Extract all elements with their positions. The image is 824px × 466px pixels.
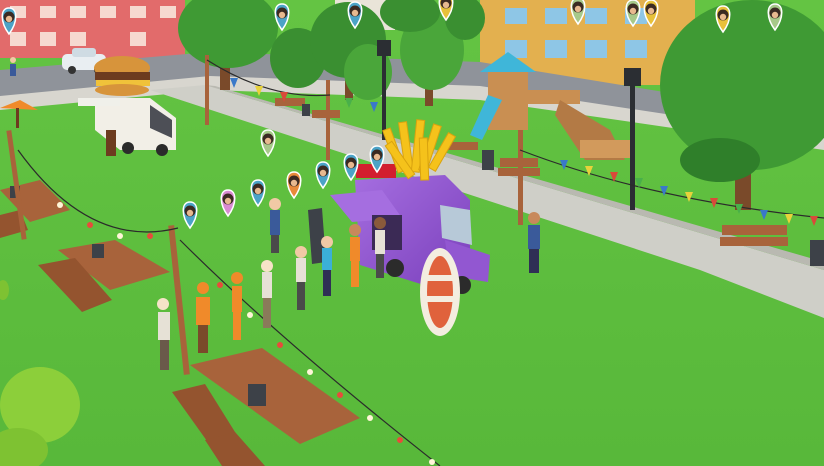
- customer-face: [442, 1, 450, 9]
- customer-face: [647, 7, 655, 15]
- customer-face: [574, 5, 582, 13]
- customer: [528, 212, 540, 273]
- customer-face: [351, 9, 359, 17]
- customer-face: [224, 197, 232, 205]
- customer-face: [319, 169, 327, 177]
- customer-face: [719, 13, 727, 21]
- customer-face: [5, 15, 13, 23]
- customer-face: [186, 209, 194, 217]
- customer-face: [264, 137, 272, 145]
- game-scene[interactable]: [0, 0, 824, 466]
- customer-face: [347, 161, 355, 169]
- customer-face: [254, 187, 262, 195]
- customer-face: [629, 7, 637, 15]
- park-world[interactable]: [0, 0, 824, 466]
- customer-face: [771, 11, 779, 19]
- customer: [10, 57, 16, 76]
- customer-face: [278, 11, 286, 19]
- customer-face: [373, 153, 381, 161]
- customer-face: [290, 179, 298, 187]
